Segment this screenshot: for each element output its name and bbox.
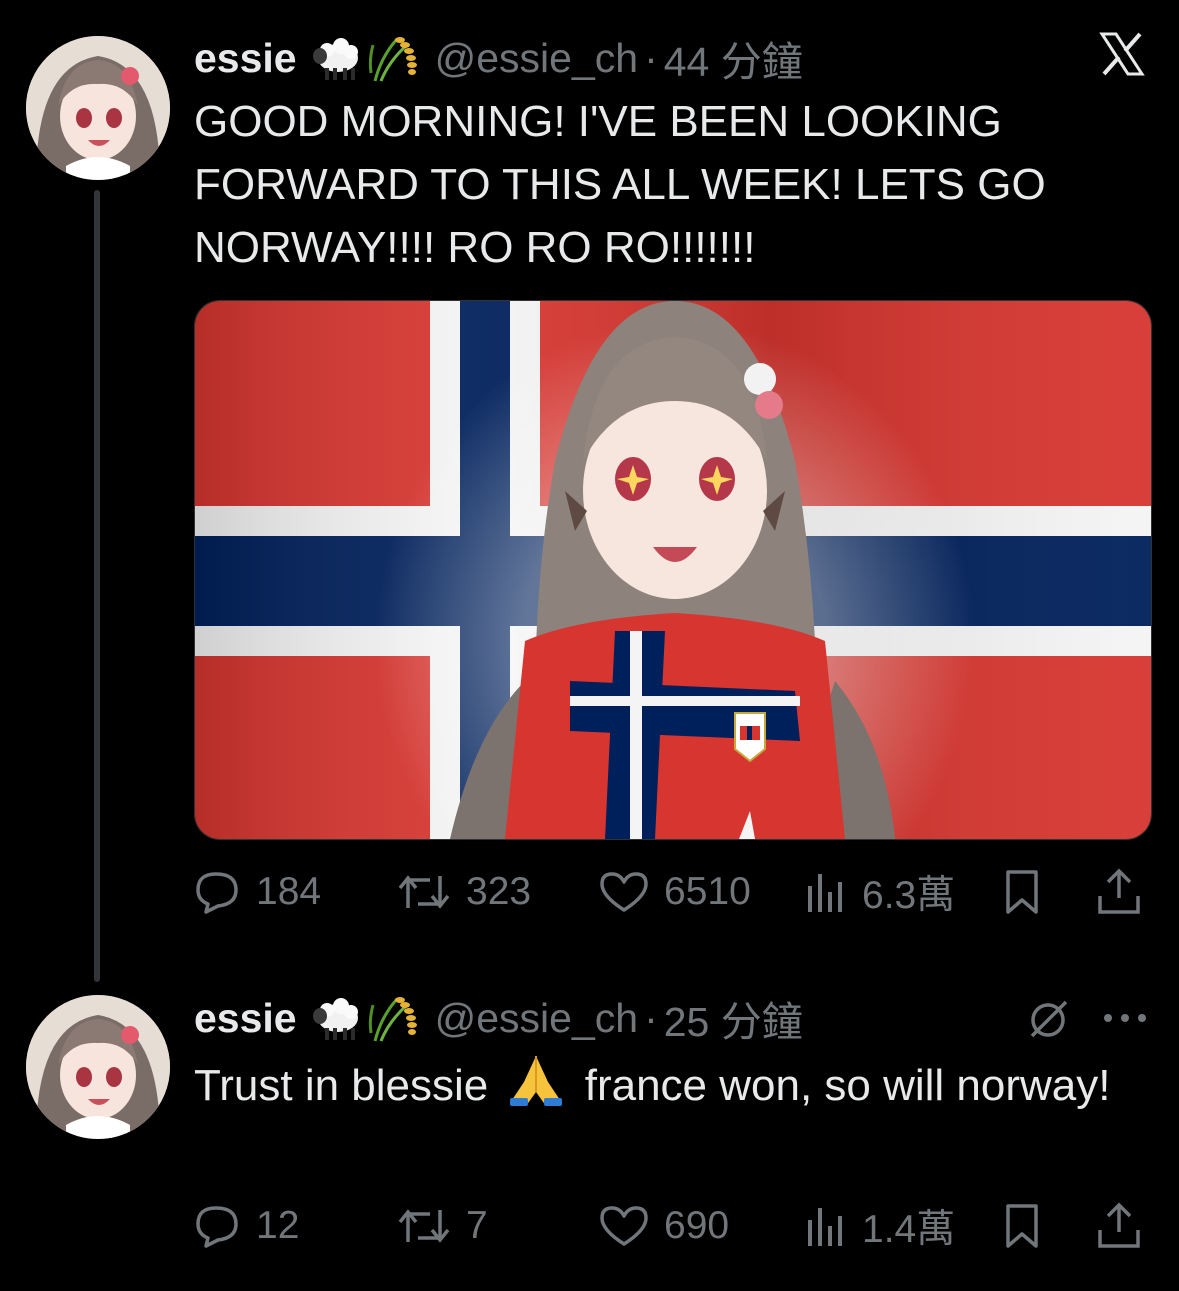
reply-count: 184 <box>256 870 322 913</box>
avatar[interactable] <box>26 995 170 1139</box>
tweet-actions: 184 323 6510 6.3萬 <box>194 862 1149 922</box>
like-button[interactable]: 690 <box>598 1196 729 1256</box>
views-count: 6.3萬 <box>862 874 956 917</box>
repost-count: 7 <box>466 1204 488 1247</box>
tweet-text: Trust in blessie france won, so will nor… <box>194 1052 1114 1125</box>
rice-emoji <box>367 33 421 83</box>
reply-icon <box>196 872 238 914</box>
bookmark-icon <box>1006 870 1038 914</box>
separator: · <box>644 994 658 1041</box>
reply-icon <box>196 1206 238 1248</box>
views-icon <box>808 1208 842 1246</box>
user-handle[interactable]: @essie_ch <box>435 35 638 82</box>
x-logo-icon[interactable] <box>1098 30 1146 78</box>
user-handle[interactable]: @essie_ch <box>435 995 638 1042</box>
avatar[interactable] <box>26 36 170 180</box>
tweet-header: essie <box>194 988 803 1048</box>
bookmark-button[interactable] <box>1002 862 1042 922</box>
thread-line <box>94 190 100 982</box>
views-button[interactable]: 1.4萬 <box>804 1196 955 1256</box>
heart-icon <box>600 1206 648 1246</box>
views-count: 1.4萬 <box>862 1208 956 1251</box>
repost-count: 323 <box>466 870 532 913</box>
reply-count: 12 <box>256 1204 300 1247</box>
grok-icon[interactable] <box>1026 996 1072 1047</box>
repost-icon <box>398 875 450 909</box>
tweet-text-part: Trust in blessie <box>194 1061 489 1111</box>
views-button[interactable]: 6.3萬 <box>804 862 955 922</box>
repost-button[interactable]: 323 <box>396 862 531 922</box>
like-button[interactable]: 6510 <box>598 862 751 922</box>
tweet-actions: 12 7 690 1.4萬 <box>194 1196 1149 1256</box>
share-icon <box>1098 868 1140 914</box>
share-button[interactable] <box>1096 862 1142 922</box>
timestamp[interactable]: 25 分鐘 <box>664 988 803 1048</box>
share-button[interactable] <box>1096 1196 1142 1256</box>
more-icon[interactable] <box>1102 1010 1148 1031</box>
reply-button[interactable]: 184 <box>194 862 321 922</box>
avatar-image <box>26 995 170 1139</box>
like-count: 6510 <box>664 870 751 913</box>
tweet-text: GOOD MORNING! I'VE BEEN LOOKING FORWARD … <box>194 97 1046 272</box>
tweet-media[interactable] <box>194 300 1152 840</box>
avatar-image <box>26 36 170 180</box>
heart-icon <box>600 872 648 912</box>
repost-button[interactable]: 7 <box>396 1196 488 1256</box>
bookmark-icon <box>1006 1204 1038 1248</box>
rice-emoji <box>367 993 421 1043</box>
tweet-text-part: france won, so will norway! <box>584 1061 1111 1111</box>
display-name[interactable]: essie <box>194 35 297 82</box>
repost-icon <box>398 1209 450 1243</box>
share-icon <box>1098 1202 1140 1248</box>
folded-hands-emoji <box>506 1052 566 1125</box>
like-count: 690 <box>664 1204 730 1247</box>
media-image <box>195 301 1151 839</box>
views-icon <box>808 874 842 912</box>
display-name[interactable]: essie <box>194 995 297 1042</box>
sheep-emoji <box>311 34 363 82</box>
bookmark-button[interactable] <box>1002 1196 1042 1256</box>
separator: · <box>644 34 658 81</box>
timestamp[interactable]: 44 分鐘 <box>664 28 803 88</box>
tweet-header: essie <box>194 28 803 88</box>
sheep-emoji <box>311 994 363 1042</box>
reply-button[interactable]: 12 <box>194 1196 299 1256</box>
